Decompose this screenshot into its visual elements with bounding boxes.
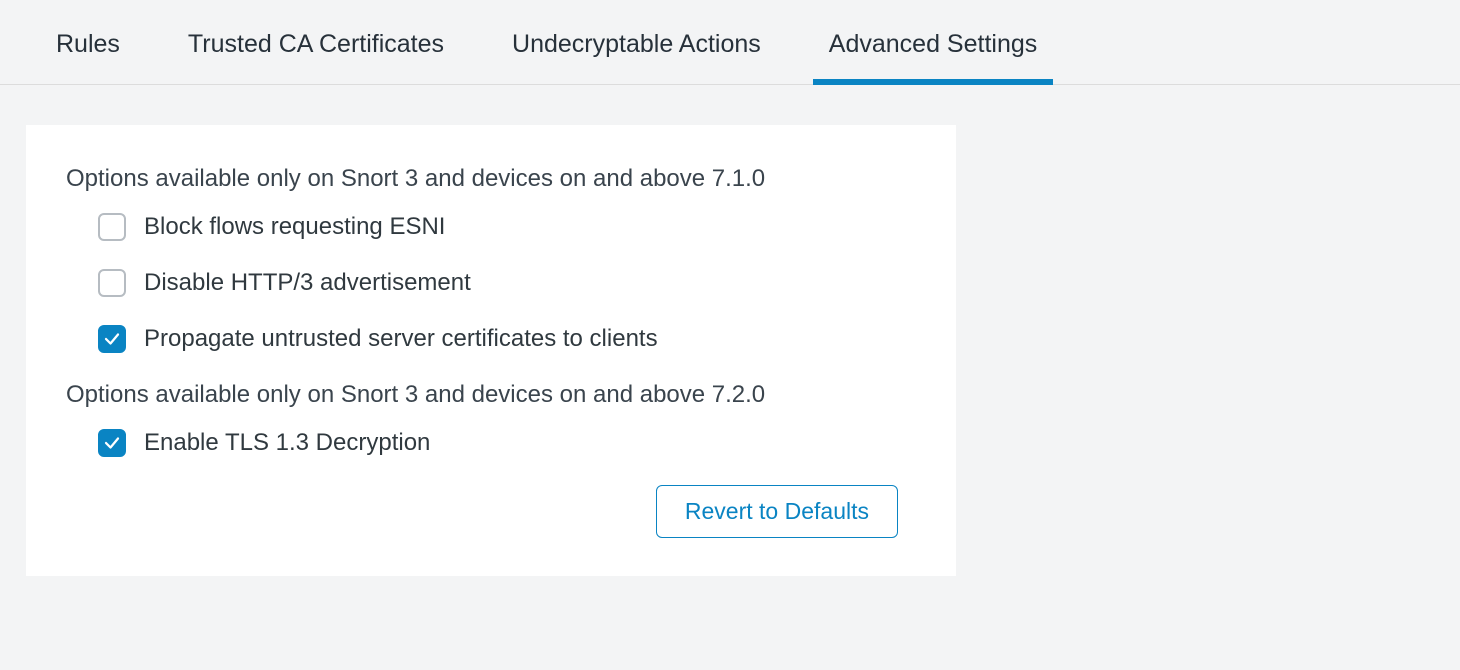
checkbox-propagate-untrusted[interactable] <box>98 325 126 353</box>
group2-heading: Options available only on Snort 3 and de… <box>66 381 916 409</box>
option-propagate-untrusted[interactable]: Propagate untrusted server certificates … <box>98 325 916 353</box>
option-label: Disable HTTP/3 advertisement <box>144 269 471 297</box>
tab-rules[interactable]: Rules <box>56 0 120 85</box>
option-label: Block flows requesting ESNI <box>144 213 445 241</box>
checkbox-enable-tls13[interactable] <box>98 429 126 457</box>
option-enable-tls13[interactable]: Enable TLS 1.3 Decryption <box>98 429 916 457</box>
group1-heading: Options available only on Snort 3 and de… <box>66 165 916 193</box>
advanced-settings-panel: Options available only on Snort 3 and de… <box>26 125 956 576</box>
option-disable-http3[interactable]: Disable HTTP/3 advertisement <box>98 269 916 297</box>
option-label: Enable TLS 1.3 Decryption <box>144 429 430 457</box>
revert-to-defaults-button[interactable]: Revert to Defaults <box>656 485 898 538</box>
option-label: Propagate untrusted server certificates … <box>144 325 658 353</box>
tab-undecryptable-actions[interactable]: Undecryptable Actions <box>512 0 761 85</box>
tab-bar: Rules Trusted CA Certificates Undecrypta… <box>0 0 1460 85</box>
tab-advanced-settings[interactable]: Advanced Settings <box>829 0 1037 85</box>
checkbox-block-esni[interactable] <box>98 213 126 241</box>
option-block-esni[interactable]: Block flows requesting ESNI <box>98 213 916 241</box>
button-row: Revert to Defaults <box>66 485 916 538</box>
tab-trusted-ca-certificates[interactable]: Trusted CA Certificates <box>188 0 444 85</box>
checkbox-disable-http3[interactable] <box>98 269 126 297</box>
